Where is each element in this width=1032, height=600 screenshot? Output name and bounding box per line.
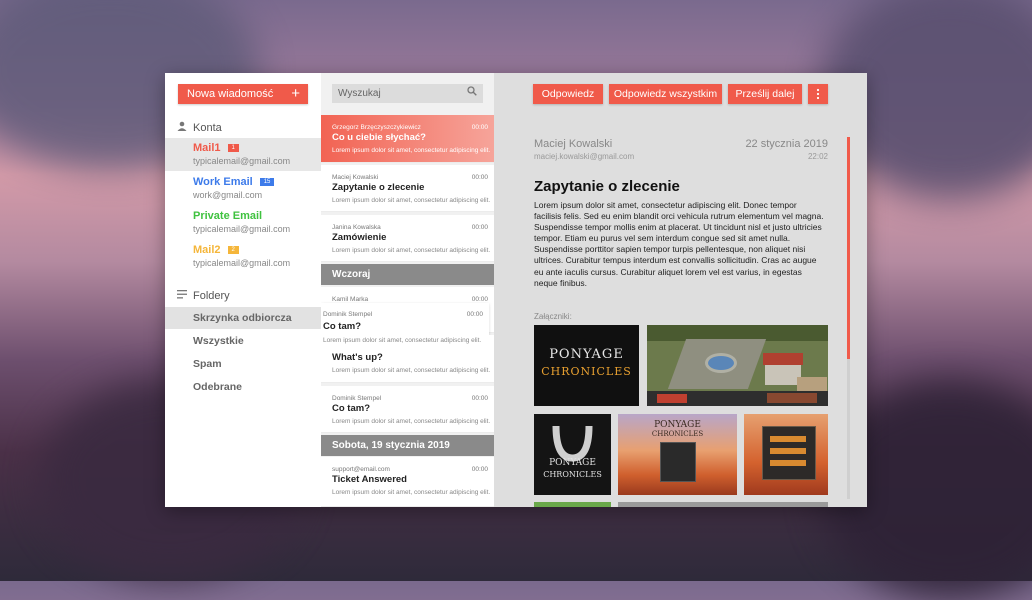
mail-app-window: Nowa wiadomość + Konta Mail1 1 typicalema…	[165, 73, 867, 507]
message-date: 22 stycznia 2019	[745, 138, 828, 150]
message-sender: support@email.com	[332, 466, 390, 473]
message-subject: Co u ciebie słychać?	[332, 132, 426, 143]
message-reader: Odpowiedz Odpowiedz wszystkim Prześlij d…	[494, 73, 867, 507]
attachment-thumbnail[interactable]	[618, 502, 828, 507]
reply-all-button[interactable]: Odpowiedz wszystkim	[609, 84, 722, 104]
message-sender: Dominik Stempel	[332, 395, 382, 402]
new-message-label: Nowa wiadomość	[187, 88, 274, 100]
attachments-label: Załączniki:	[534, 312, 572, 321]
message-time: 00:00	[471, 224, 488, 231]
attachment-logo-line: PONYAGE	[549, 458, 596, 468]
day-separator: Wczoraj	[321, 264, 494, 285]
message-sender: Grzegorz Brzęczyszczykiewicz	[332, 124, 421, 131]
message-time: 00:00	[471, 395, 488, 402]
message-time: 00:00	[471, 466, 488, 473]
message-item[interactable]: Maciej Kowalski 00:00 Zapytanie o zlecen…	[321, 165, 494, 212]
person-icon	[177, 121, 187, 134]
account-work-email[interactable]: Work Email 15 work@gmail.com	[165, 172, 321, 205]
message-item-dragging[interactable]: Dominik Stempel 00:00 Co tam?	[321, 303, 489, 335]
message-preview: Lorem ipsum dolor sit amet, consectetur …	[332, 247, 491, 254]
message-subject-heading: Zapytanie o zlecenie	[534, 178, 680, 195]
message-preview: Lorem ipsum dolor sit amet, consectetur …	[332, 489, 491, 496]
attachment-thumbnail[interactable]: PONYAGE CHRONICLES	[534, 325, 639, 406]
message-sender: Dominik Stempel	[323, 311, 373, 318]
message-preview: Lorem ipsum dolor sit amet, consectetur …	[332, 367, 491, 374]
message-preview: Lorem ipsum dolor sit amet, consectetur …	[332, 197, 491, 204]
message-subject: Ticket Answered	[332, 474, 407, 485]
new-message-button[interactable]: Nowa wiadomość +	[178, 84, 308, 104]
attachment-thumbnail[interactable]	[534, 502, 611, 507]
message-item[interactable]: Dominik Stempel 00:00 Co tam? Lorem ipsu…	[321, 386, 494, 433]
folder-inbox[interactable]: Skrzynka odbiorcza	[165, 307, 321, 329]
account-private-email[interactable]: Private Email typicalemail@gmail.com	[165, 206, 321, 239]
scrollbar-thumb[interactable]	[847, 137, 850, 359]
scrollbar[interactable]	[847, 137, 850, 499]
folders-header: Foldery	[177, 290, 230, 302]
more-vertical-icon[interactable]	[808, 84, 828, 104]
sender-email: maciej.kowalski@gmail.com	[534, 152, 635, 161]
folder-spam[interactable]: Spam	[165, 353, 321, 375]
message-time: 00:00	[471, 296, 488, 303]
attachment-thumbnail[interactable]	[647, 325, 828, 406]
message-time: 00:00	[471, 124, 488, 131]
attachment-thumbnail[interactable]: PONYAGE CHRONICLES	[534, 414, 611, 495]
message-list: Wyszukaj Grzegorz Brzęczyszczykiewicz 00…	[321, 73, 494, 507]
message-subject: Co tam?	[323, 321, 361, 332]
accounts-header-label: Konta	[193, 122, 222, 134]
account-name: Private Email	[193, 210, 263, 222]
message-item-active[interactable]: Grzegorz Brzęczyszczykiewicz 00:00 Co u …	[321, 115, 494, 163]
search-placeholder: Wyszukaj	[338, 88, 381, 99]
plus-icon: +	[291, 85, 300, 102]
account-email: typicalemail@gmail.com	[193, 156, 291, 166]
unread-badge: 1	[227, 144, 239, 152]
account-name: Work Email	[193, 176, 253, 188]
unread-badge: 2	[227, 246, 239, 254]
reply-button[interactable]: Odpowiedz	[533, 84, 603, 104]
attachment-logo-line: PONYAGE	[654, 420, 701, 430]
account-name: Mail2	[193, 244, 221, 256]
forward-button[interactable]: Prześlij dalej	[728, 84, 802, 104]
attachment-logo-line: CHRONICLES	[651, 430, 704, 438]
unread-badge: 15	[259, 178, 275, 186]
message-item[interactable]: support@email.com 00:00 Ticket Answered …	[321, 457, 494, 507]
search-icon[interactable]	[467, 84, 477, 103]
account-email: typicalemail@gmail.com	[193, 258, 291, 268]
message-subject: Zapytanie o zlecenie	[332, 182, 425, 193]
message-preview: Lorem ipsum dolor sit amet, consectetur …	[323, 337, 482, 344]
message-subject: What's up?	[332, 352, 383, 363]
message-sender: Maciej Kowalski	[332, 174, 379, 181]
accounts-header: Konta	[177, 121, 222, 134]
account-name: Mail1	[193, 142, 221, 154]
sidebar: Nowa wiadomość + Konta Mail1 1 typicalema…	[165, 73, 321, 507]
account-mail1[interactable]: Mail1 1 typicalemail@gmail.com	[165, 138, 321, 171]
message-time: 22:02	[807, 152, 828, 161]
message-subject: Co tam?	[332, 403, 370, 414]
attachment-logo-line: CHRONICLES	[541, 365, 632, 378]
message-item[interactable]: Janina Kowalska 00:00 Zamówienie Lorem i…	[321, 215, 494, 262]
attachment-thumbnail[interactable]: PONYAGE CHRONICLES	[618, 414, 737, 495]
attachment-logo-line: PONYAGE	[549, 347, 624, 362]
sender-name: Maciej Kowalski	[534, 138, 613, 150]
account-email: work@gmail.com	[193, 190, 263, 200]
message-body: Lorem ipsum dolor sit amet, consectetur …	[534, 200, 824, 288]
list-icon	[177, 290, 187, 302]
message-time: 00:00	[471, 174, 488, 181]
day-separator: Sobota, 19 stycznia 2019	[321, 435, 494, 456]
folders-header-label: Foldery	[193, 290, 230, 302]
attachment-thumbnail[interactable]	[744, 414, 828, 495]
message-time: 00:00	[466, 311, 483, 318]
message-preview: Lorem ipsum dolor sit amet, consectetur …	[332, 147, 491, 154]
message-preview: Lorem ipsum dolor sit amet, consectetur …	[332, 418, 491, 425]
account-email: typicalemail@gmail.com	[193, 224, 291, 234]
account-mail2[interactable]: Mail2 2 typicalemail@gmail.com	[165, 240, 321, 273]
message-sender: Janina Kowalska	[332, 224, 381, 231]
message-item[interactable]: Lorem ipsum dolor sit amet, consectetur …	[321, 335, 494, 383]
message-sender: Kamil Marka	[332, 296, 369, 303]
folder-all[interactable]: Wszystkie	[165, 330, 321, 352]
attachment-logo-line: CHRONICLES	[543, 470, 602, 479]
search-input[interactable]: Wyszukaj	[332, 84, 483, 103]
folder-received[interactable]: Odebrane	[165, 376, 321, 398]
message-subject: Zamówienie	[332, 232, 387, 243]
